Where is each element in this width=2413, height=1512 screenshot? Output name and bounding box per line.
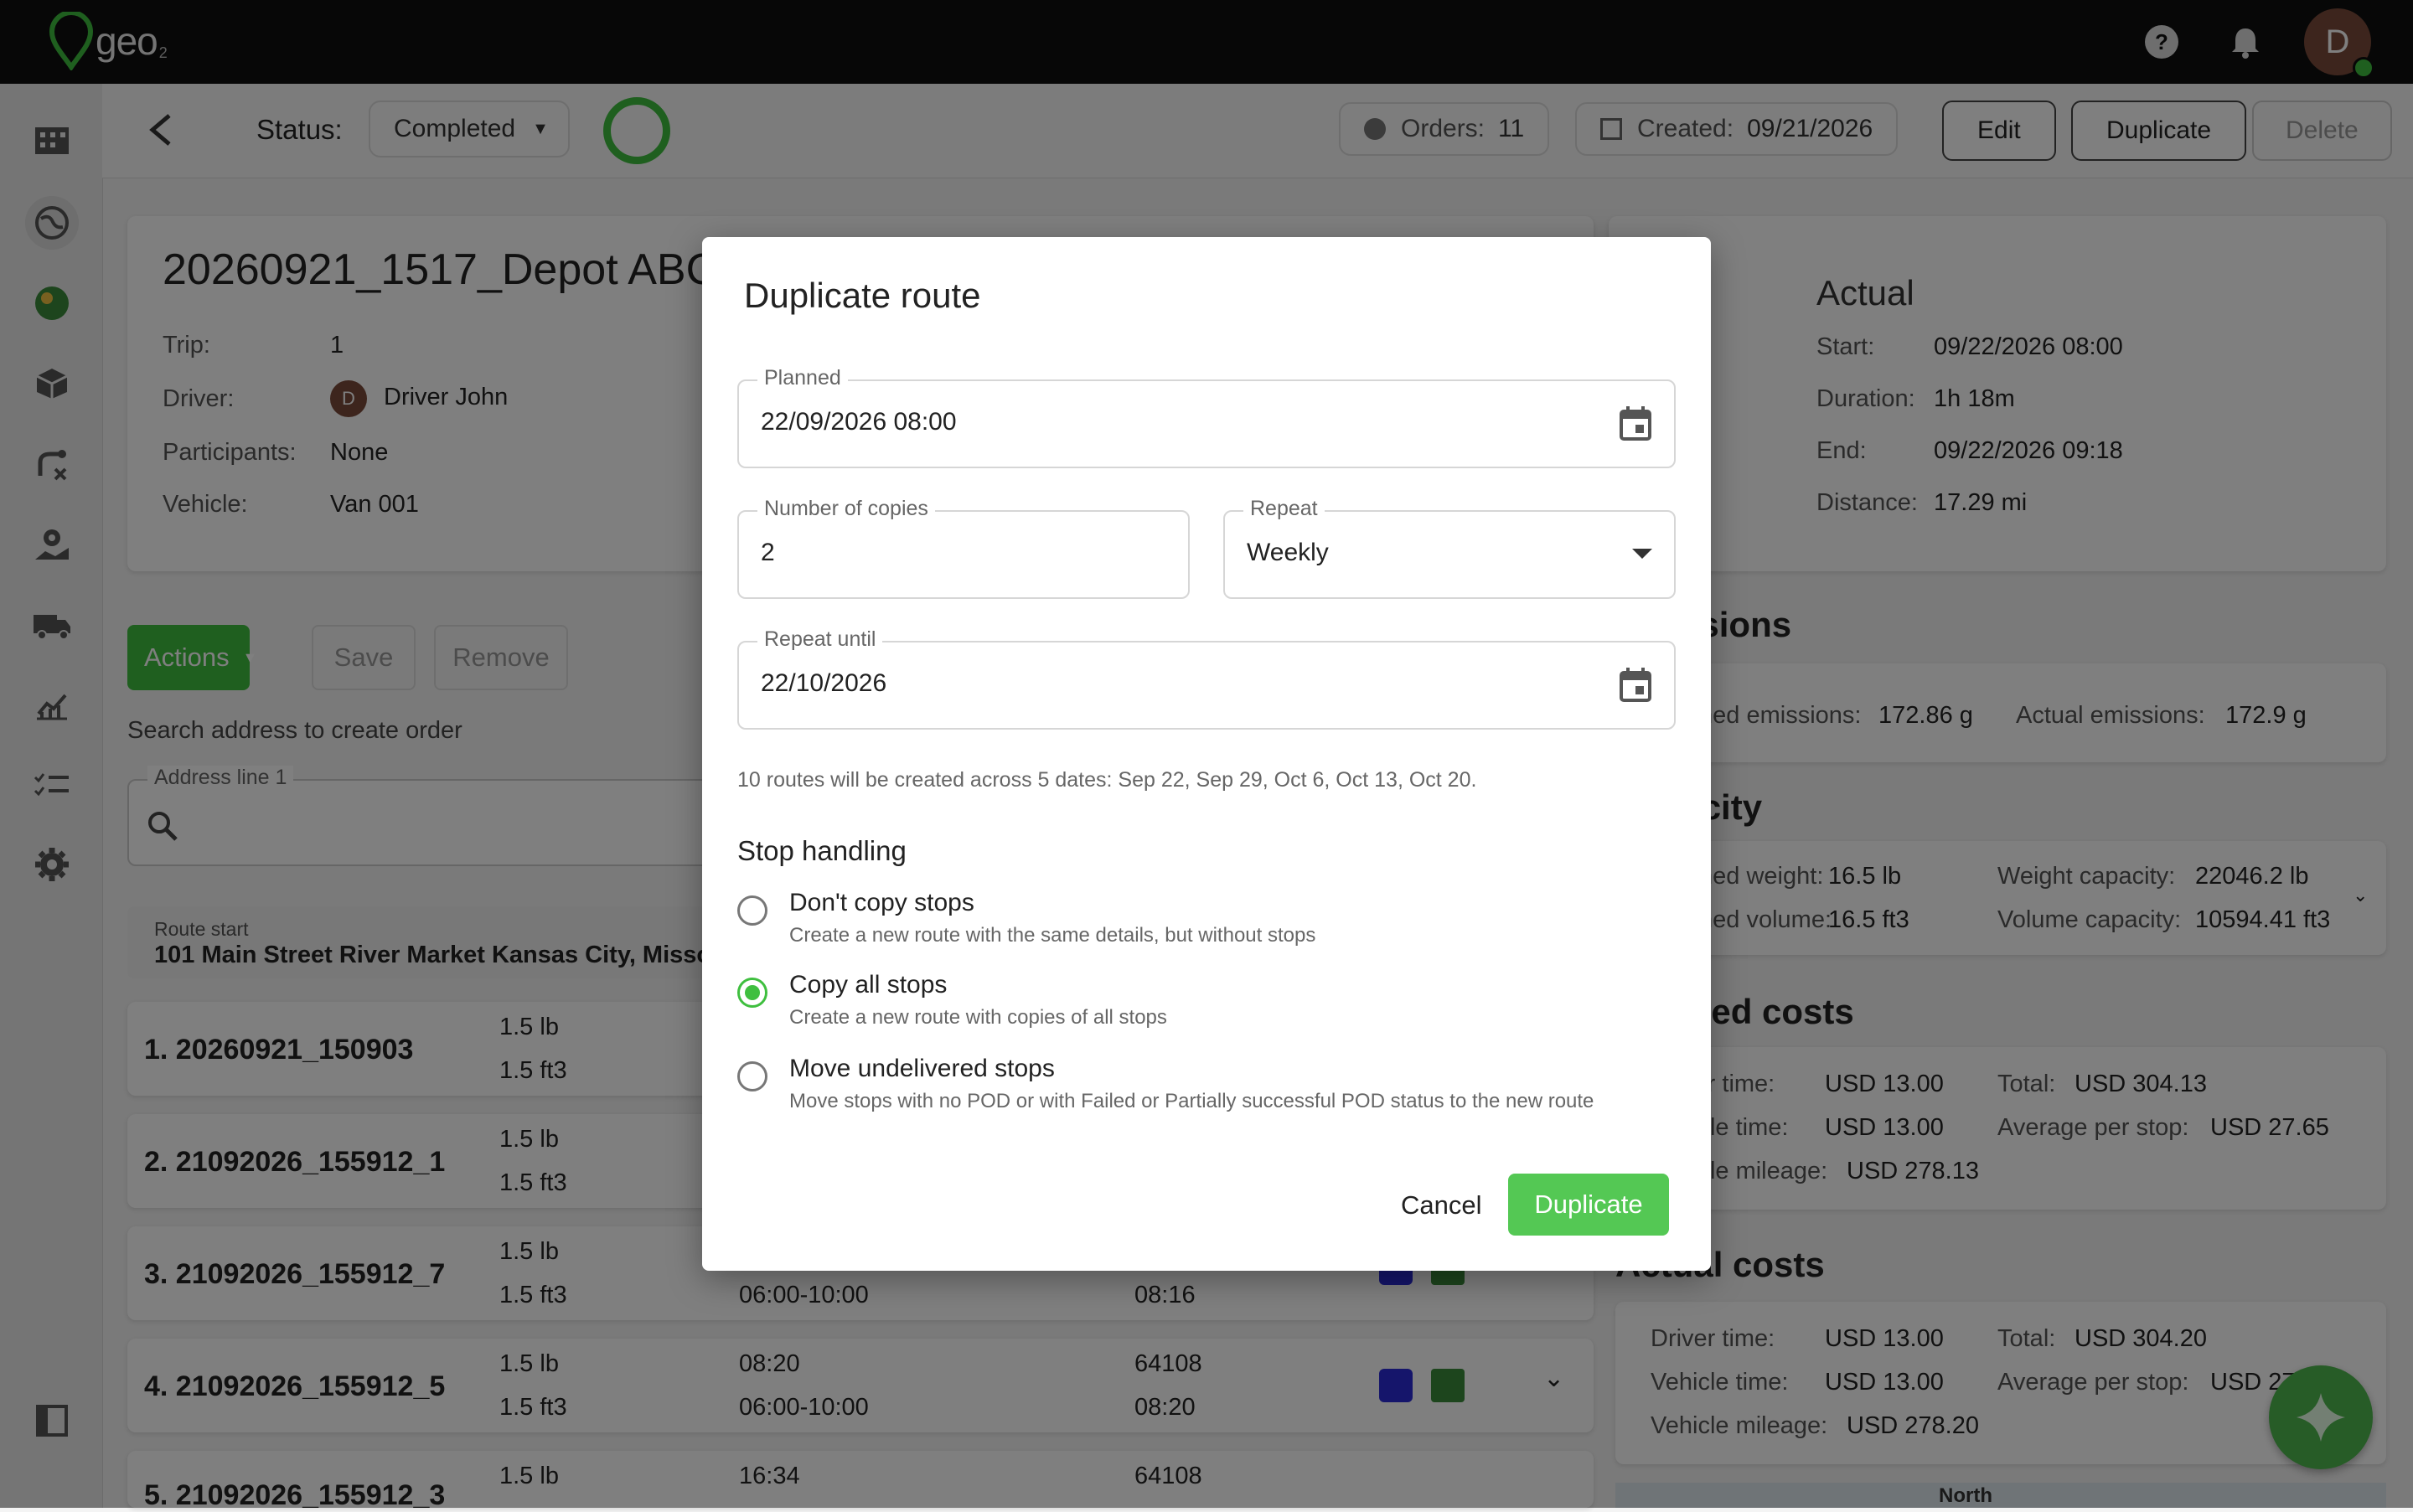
copies-field-label: Number of copies: [757, 497, 935, 521]
repeat-field-value: Weekly: [1247, 539, 1329, 566]
option-title: Copy all stops: [789, 971, 948, 999]
planned-field-label: Planned: [757, 366, 848, 390]
planned-date-field[interactable]: Planned 22/09/2026 08:00: [737, 366, 1676, 468]
copies-field[interactable]: Number of copies 2: [737, 497, 1190, 599]
stop-handling-title: Stop handling: [737, 835, 907, 866]
dropdown-arrow-icon: [1632, 549, 1652, 559]
option-description: Create a new route with the same details…: [789, 924, 1316, 947]
repeat-until-label: Repeat until: [757, 627, 883, 652]
calendar-icon[interactable]: [1619, 668, 1652, 703]
duplicate-summary: 10 routes will be created across 5 dates…: [737, 768, 1477, 792]
calendar-icon[interactable]: [1619, 406, 1652, 441]
duplicate-route-dialog: Duplicate route Planned 22/09/2026 08:00…: [702, 237, 1711, 1271]
radio-copy-all[interactable]: [737, 978, 767, 1008]
option-description: Move stops with no POD or with Failed or…: [789, 1090, 1594, 1112]
radio-move-undelivered[interactable]: [737, 1061, 767, 1091]
radio-selected-dot: [745, 985, 760, 1000]
repeat-until-value: 22/10/2026: [761, 669, 887, 697]
option-description: Create a new route with copies of all st…: [789, 1006, 1167, 1029]
repeat-field-label: Repeat: [1243, 497, 1325, 521]
dialog-title: Duplicate route: [744, 276, 981, 315]
planned-field-value: 22/09/2026 08:00: [761, 408, 957, 436]
option-title: Don't copy stops: [789, 889, 974, 916]
cancel-button[interactable]: Cancel: [1401, 1190, 1482, 1220]
copies-field-value: 2: [761, 539, 775, 566]
confirm-duplicate-button[interactable]: Duplicate: [1508, 1174, 1669, 1236]
radio-dont-copy[interactable]: [737, 895, 767, 926]
option-title: Move undelivered stops: [789, 1055, 1055, 1082]
repeat-until-field[interactable]: Repeat until 22/10/2026: [737, 627, 1676, 730]
repeat-select[interactable]: Repeat Weekly: [1223, 497, 1676, 599]
